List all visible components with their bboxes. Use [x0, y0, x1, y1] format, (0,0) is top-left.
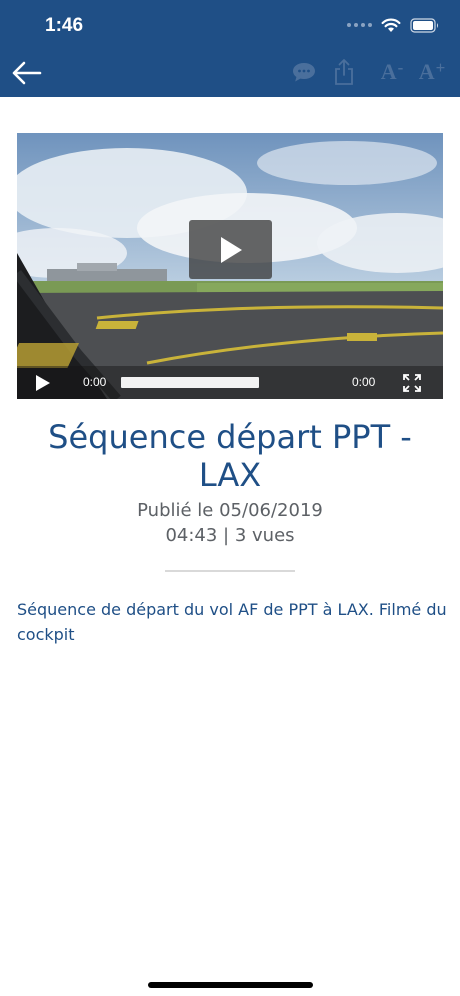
current-time: 0:00	[83, 375, 107, 389]
divider	[165, 570, 295, 572]
fullscreen-icon	[403, 374, 421, 392]
back-button[interactable]	[10, 58, 44, 88]
battery-icon	[410, 17, 438, 33]
publish-date: Publié le 05/06/2019	[137, 500, 323, 521]
comment-icon	[293, 63, 315, 82]
play-icon	[36, 375, 50, 391]
top-bar: 1:46 A - A +	[0, 0, 460, 97]
status-icons	[347, 14, 440, 36]
cellular-signal-icon	[347, 23, 372, 27]
video-player[interactable]: 0:00 0:00	[17, 133, 443, 399]
comment-button[interactable]	[290, 57, 318, 87]
status-time: 1:46	[45, 15, 84, 36]
home-indicator	[148, 982, 313, 988]
share-button[interactable]	[332, 57, 356, 87]
article-description: Séquence de départ du vol AF de PPT à LA…	[17, 600, 447, 644]
video-play-button[interactable]	[35, 374, 55, 392]
play-icon	[220, 236, 242, 263]
decrease-font-sign: -	[397, 58, 404, 77]
share-icon	[335, 59, 353, 85]
video-scrubber[interactable]	[121, 377, 259, 388]
increase-font-sign: +	[435, 58, 446, 77]
increase-font-label: A	[418, 59, 435, 84]
duration-views: 04:43 | 3 vues	[165, 525, 295, 546]
article-title: Séquence départ PPT - LAX	[48, 418, 412, 494]
wifi-icon	[381, 18, 401, 32]
total-time: 0:00	[352, 375, 376, 389]
video-controls: 0:00 0:00	[17, 366, 443, 399]
navigation-bar: A- A +	[0, 48, 460, 97]
decrease-font-button[interactable]: A-	[378, 57, 406, 87]
back-arrow-icon	[12, 61, 42, 85]
increase-font-button[interactable]: A +	[414, 57, 450, 87]
fullscreen-button[interactable]	[402, 373, 422, 393]
decrease-font-label: A	[380, 59, 397, 84]
video-play-overlay-button[interactable]	[189, 220, 272, 279]
